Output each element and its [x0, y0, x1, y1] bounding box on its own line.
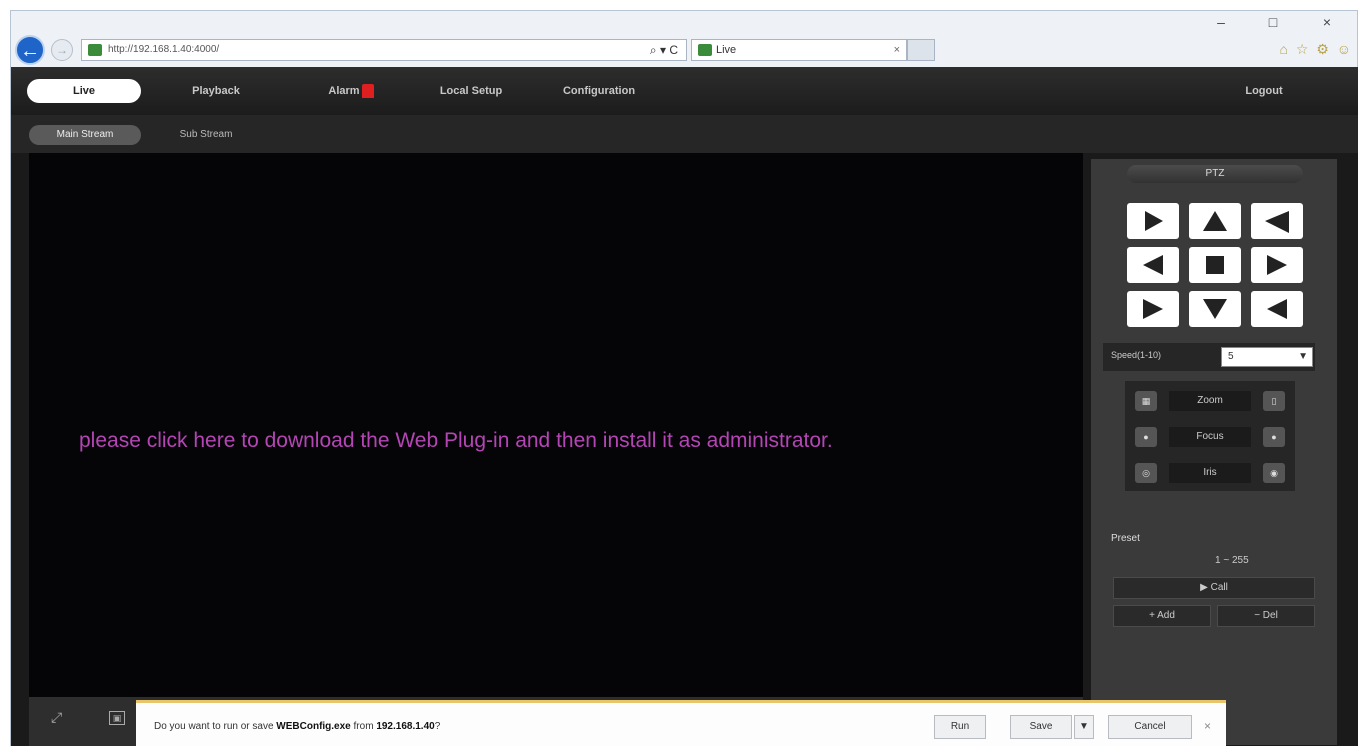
cancel-button[interactable]: Cancel — [1108, 715, 1192, 739]
ptz-stop-button[interactable] — [1189, 247, 1241, 283]
download-filename: WEBConfig.exe — [276, 721, 351, 732]
video-viewport: please click here to download the Web Pl… — [29, 153, 1083, 709]
search-refresh-icon[interactable]: ⌕ ▾ C — [650, 40, 678, 60]
download-prompt-suffix: ? — [434, 721, 441, 732]
run-button[interactable]: Run — [934, 715, 986, 739]
nav-playback[interactable]: Playback — [171, 79, 261, 103]
zoom-in-icon: ▯ — [1271, 396, 1277, 406]
speed-row: Speed(1-10) 5 ▼ — [1103, 343, 1315, 371]
zoom-in-button[interactable]: ▯ — [1263, 391, 1285, 411]
preset-add-button[interactable]: + Add — [1113, 605, 1211, 627]
iris-open-icon: ◉ — [1270, 468, 1278, 478]
logout-link[interactable]: Logout — [1229, 79, 1299, 103]
back-button[interactable]: ← — [15, 35, 45, 65]
iris-row: ◎ Iris ◉ — [1125, 459, 1295, 487]
alarm-bell-icon — [361, 84, 374, 99]
ptz-down-right-button[interactable] — [1251, 291, 1303, 327]
maximize-button[interactable]: □ — [1261, 11, 1285, 33]
iris-close-icon: ◎ — [1142, 468, 1150, 478]
ptz-panel: PTZ Speed(1-10) 5 ▼ ▦ Zoom ▯ ● Focus ● ◎… — [1091, 159, 1337, 745]
speed-label: Speed(1-10) — [1111, 350, 1162, 360]
zoom-out-icon: ▦ — [1141, 396, 1151, 406]
browser-toolbar: ← → http://192.168.1.40:4000/ ⌕ ▾ C Live… — [11, 11, 1357, 67]
arrow-up-left-icon — [1145, 211, 1163, 231]
speed-value: 5 — [1228, 351, 1234, 362]
browser-window: ← → http://192.168.1.40:4000/ ⌕ ▾ C Live… — [10, 10, 1358, 746]
focus-label: Focus — [1169, 427, 1251, 447]
download-prompt-prefix: Do you want to run or save — [154, 721, 277, 732]
download-prompt-middle: from — [350, 721, 377, 732]
nav-local-setup[interactable]: Local Setup — [421, 79, 521, 103]
arrow-up-right-icon — [1265, 211, 1289, 233]
arrow-down-left-icon — [1143, 299, 1163, 319]
iris-label: Iris — [1169, 463, 1251, 483]
camera-web-app: Live Playback Alarm Local Setup Configur… — [11, 67, 1358, 746]
ptz-up-left-button[interactable] — [1127, 203, 1179, 239]
tab-sub-stream[interactable]: Sub Stream — [161, 125, 251, 145]
nav-alarm[interactable]: Alarm — [311, 79, 391, 103]
chevron-down-icon: ▼ — [1298, 351, 1308, 362]
browser-tab-live[interactable]: Live × — [691, 39, 907, 61]
preset-range: 1 ~ 255 — [1215, 555, 1249, 566]
iris-open-button[interactable]: ◉ — [1263, 463, 1285, 483]
plugin-download-link[interactable]: please click here to download the Web Pl… — [79, 429, 833, 453]
preset-label: Preset — [1111, 533, 1140, 544]
nav-configuration[interactable]: Configuration — [547, 79, 651, 103]
snapshot-icon[interactable]: ▣ — [109, 711, 125, 725]
preset-call-button[interactable]: ▶ Call — [1113, 577, 1315, 599]
arrow-down-right-icon — [1267, 299, 1287, 319]
nav-alarm-label: Alarm — [328, 85, 360, 97]
arrow-down-icon — [1203, 299, 1227, 319]
lens-controls: ▦ Zoom ▯ ● Focus ● ◎ Iris ◉ — [1125, 381, 1295, 491]
zoom-label: Zoom — [1169, 391, 1251, 411]
minimize-button[interactable]: – — [1209, 11, 1233, 33]
zoom-out-button[interactable]: ▦ — [1135, 391, 1157, 411]
download-notification-bar: Do you want to run or save WEBConfig.exe… — [136, 700, 1226, 746]
forward-button[interactable]: → — [51, 39, 73, 61]
ptz-down-left-button[interactable] — [1127, 291, 1179, 327]
focus-far-icon: ● — [1271, 432, 1277, 442]
close-icon[interactable]: × — [1204, 719, 1211, 733]
tab-favicon-icon — [698, 44, 712, 56]
focus-near-icon: ● — [1143, 432, 1149, 442]
save-options-button[interactable]: ▼ — [1074, 715, 1094, 739]
ptz-up-right-button[interactable] — [1251, 203, 1303, 239]
ptz-down-button[interactable] — [1189, 291, 1241, 327]
ptz-up-button[interactable] — [1189, 203, 1241, 239]
fullscreen-icon[interactable]: ⤢ — [51, 709, 69, 727]
zoom-row: ▦ Zoom ▯ — [1125, 387, 1295, 415]
tab-title: Live — [716, 44, 737, 56]
ptz-right-button[interactable] — [1251, 247, 1303, 283]
stop-icon — [1206, 256, 1224, 274]
browser-toolbar-icons[interactable]: ⌂ ☆ ⚙ ☺ — [1279, 41, 1353, 58]
new-tab-button[interactable] — [907, 39, 935, 61]
focus-far-button[interactable]: ● — [1263, 427, 1285, 447]
arrow-right-icon: → — [56, 43, 68, 57]
preset-delete-button[interactable]: − Del — [1217, 605, 1315, 627]
speed-select[interactable]: 5 ▼ — [1221, 347, 1313, 367]
tab-close-icon[interactable]: × — [894, 40, 900, 60]
chevron-down-icon: ▼ — [1079, 721, 1089, 732]
arrow-left-icon — [1143, 255, 1163, 275]
site-favicon-icon — [88, 44, 102, 56]
focus-row: ● Focus ● — [1125, 423, 1295, 451]
close-window-button[interactable]: × — [1315, 11, 1339, 33]
top-navigation: Live Playback Alarm Local Setup Configur… — [11, 67, 1358, 115]
ptz-left-button[interactable] — [1127, 247, 1179, 283]
download-prompt-text: Do you want to run or save WEBConfig.exe… — [154, 721, 440, 732]
arrow-right-icon — [1267, 255, 1287, 275]
nav-live[interactable]: Live — [27, 79, 141, 103]
iris-close-button[interactable]: ◎ — [1135, 463, 1157, 483]
address-url: http://192.168.1.40:4000/ — [108, 44, 220, 55]
address-bar[interactable]: http://192.168.1.40:4000/ ⌕ ▾ C — [81, 39, 687, 61]
arrow-up-icon — [1203, 211, 1227, 231]
tab-main-stream[interactable]: Main Stream — [29, 125, 141, 145]
focus-near-button[interactable]: ● — [1135, 427, 1157, 447]
download-source: 192.168.1.40 — [376, 721, 435, 732]
save-button[interactable]: Save — [1010, 715, 1072, 739]
arrow-left-icon: ← — [20, 40, 40, 62]
stream-subnav: Main Stream Sub Stream — [11, 115, 1358, 153]
ptz-title: PTZ — [1127, 165, 1303, 183]
